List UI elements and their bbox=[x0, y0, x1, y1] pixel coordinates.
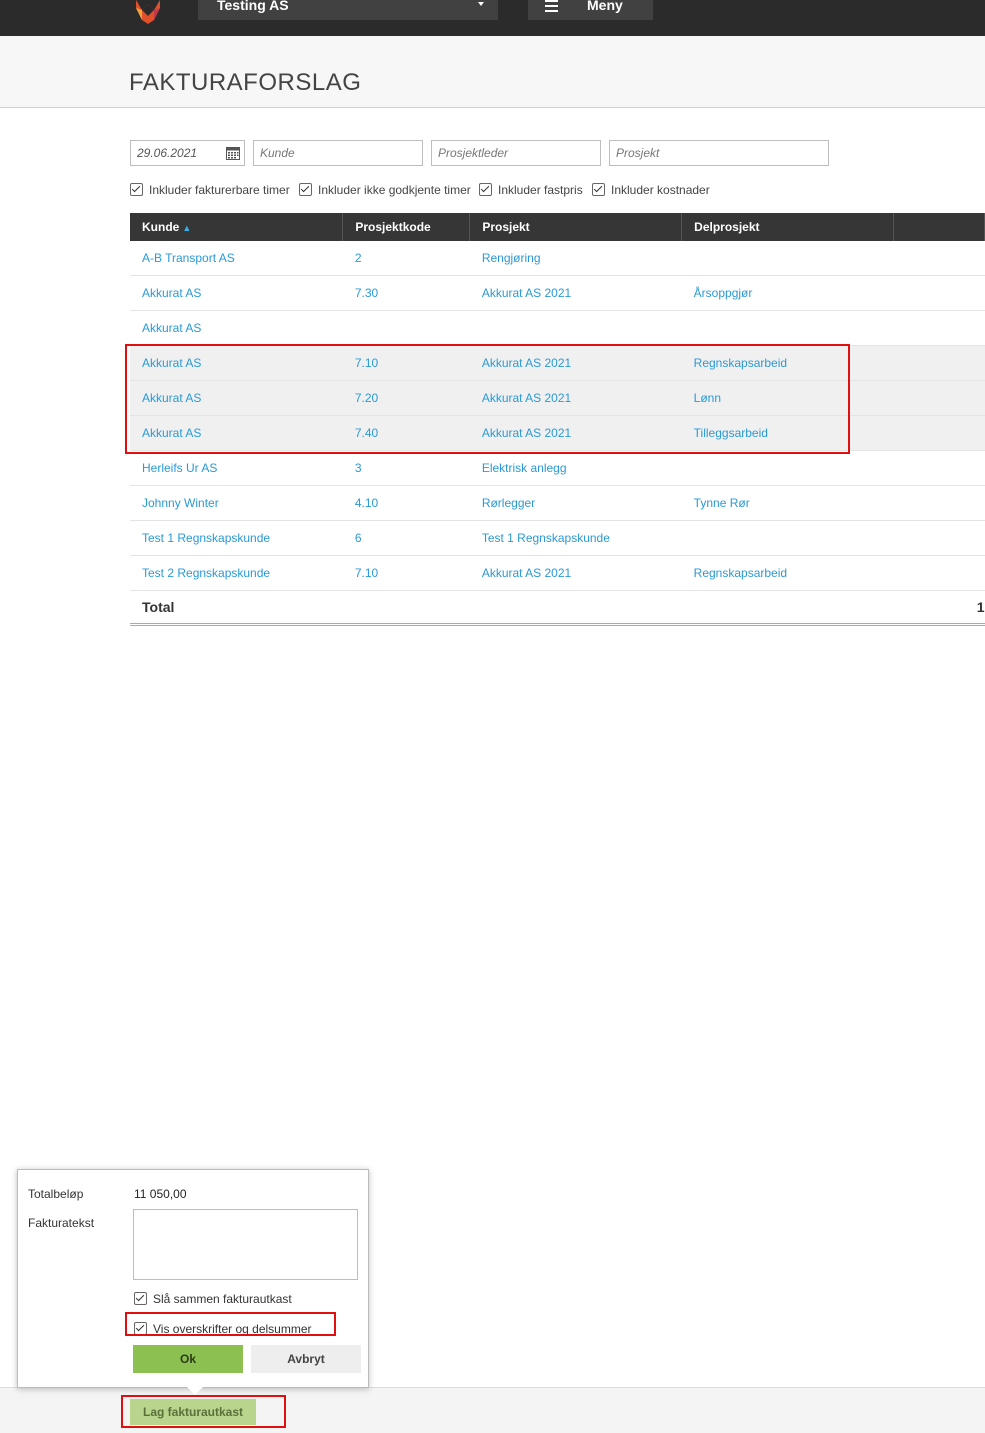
total-amount-value: 11 050,00 bbox=[134, 1187, 187, 1201]
cell-extra bbox=[893, 241, 985, 276]
column-header-extra bbox=[893, 213, 985, 241]
cell-kode[interactable]: 7.10 bbox=[342, 555, 470, 591]
calendar-icon[interactable] bbox=[226, 146, 240, 160]
checkbox-billable-hours[interactable]: Inkluder fakturerbare timer bbox=[130, 183, 290, 197]
cell-delprosjekt[interactable] bbox=[681, 520, 894, 556]
project-input[interactable] bbox=[610, 141, 828, 165]
cancel-button[interactable]: Avbryt bbox=[251, 1345, 361, 1373]
cell-prosjekt[interactable] bbox=[469, 310, 682, 346]
checkbox-checked-icon[interactable] bbox=[134, 1292, 147, 1305]
popup-pointer bbox=[187, 1387, 203, 1395]
highlight-show-headings bbox=[125, 1312, 336, 1336]
cell-extra bbox=[893, 380, 985, 416]
total-amount-label: Totalbeløp bbox=[28, 1187, 84, 1201]
cell-extra bbox=[893, 485, 985, 521]
cell-prosjekt[interactable]: Elektrisk anlegg bbox=[469, 450, 682, 486]
cell-prosjekt[interactable]: Rørlegger bbox=[469, 485, 682, 521]
checkbox-label: Inkluder kostnader bbox=[611, 183, 710, 197]
cell-kunde[interactable]: Test 2 Regnskapskunde bbox=[130, 555, 343, 591]
invoice-draft-popup: Totalbeløp 11 050,00 Fakturatekst Slå sa… bbox=[17, 1169, 369, 1395]
app-logo-icon[interactable] bbox=[128, 0, 168, 24]
cell-kode[interactable]: 2 bbox=[342, 241, 470, 276]
cell-kode[interactable] bbox=[342, 310, 470, 346]
cell-extra bbox=[893, 415, 985, 451]
menu-label: Meny bbox=[587, 0, 623, 13]
column-header-prosjektkode[interactable]: Prosjektkode bbox=[342, 213, 471, 241]
table-row[interactable]: Test 1 Regnskapskunde 6 Test 1 Regnskaps… bbox=[130, 520, 985, 556]
company-selector[interactable]: Testing AS bbox=[198, 0, 498, 20]
cell-extra bbox=[893, 520, 985, 556]
table-row[interactable]: A-B Transport AS 2 Rengjøring bbox=[130, 241, 985, 276]
checkbox-checked-icon[interactable] bbox=[130, 183, 143, 196]
menu-button[interactable]: Meny bbox=[528, 0, 653, 20]
cell-extra bbox=[893, 555, 985, 591]
highlight-draft-button bbox=[121, 1395, 286, 1428]
cell-delprosjekt[interactable] bbox=[681, 310, 894, 346]
cell-delprosjekt[interactable] bbox=[681, 450, 894, 486]
checkbox-label: Inkluder fakturerbare timer bbox=[149, 183, 290, 197]
cell-extra bbox=[893, 345, 985, 381]
cell-extra bbox=[893, 450, 985, 486]
column-header-prosjekt[interactable]: Prosjekt bbox=[469, 213, 683, 241]
top-bar: Testing AS Meny bbox=[0, 0, 985, 36]
cell-delprosjekt[interactable]: Årsoppgjør bbox=[681, 275, 894, 311]
cell-kunde[interactable]: Johnny Winter bbox=[130, 485, 343, 521]
cell-kunde[interactable]: Herleifs Ur AS bbox=[130, 450, 343, 486]
cell-kunde[interactable]: Test 1 Regnskapskunde bbox=[130, 520, 343, 556]
cell-delprosjekt[interactable]: Regnskapsarbeid bbox=[681, 555, 894, 591]
checkbox-checked-icon[interactable] bbox=[479, 183, 492, 196]
ok-button[interactable]: Ok bbox=[133, 1345, 243, 1373]
cell-kode[interactable]: 6 bbox=[342, 520, 470, 556]
table-row[interactable]: Herleifs Ur AS 3 Elektrisk anlegg bbox=[130, 450, 985, 486]
table-row[interactable]: Akkurat AS bbox=[130, 310, 985, 346]
cell-prosjekt[interactable]: Akkurat AS 2021 bbox=[469, 275, 682, 311]
cell-prosjekt[interactable]: Rengjøring bbox=[469, 241, 682, 276]
table-row[interactable]: Test 2 Regnskapskunde 7.10 Akkurat AS 20… bbox=[130, 555, 985, 591]
project-manager-input[interactable] bbox=[432, 141, 600, 165]
column-header-delprosjekt[interactable]: Delprosjekt bbox=[681, 213, 895, 241]
total-label: Total bbox=[130, 590, 343, 626]
checkbox-fixed-price[interactable]: Inkluder fastpris bbox=[479, 183, 583, 197]
checkbox-checked-icon[interactable] bbox=[299, 183, 312, 196]
cell-kode[interactable]: 4.10 bbox=[342, 485, 470, 521]
checkbox-unapproved-hours[interactable]: Inkluder ikke godkjente timer bbox=[299, 183, 471, 197]
highlight-selected-rows bbox=[125, 344, 850, 454]
invoice-text-input[interactable] bbox=[133, 1209, 358, 1280]
date-field[interactable] bbox=[130, 140, 245, 166]
table-row[interactable]: Akkurat AS 7.30 Akkurat AS 2021 Årsoppgj… bbox=[130, 275, 985, 311]
customer-field[interactable] bbox=[253, 140, 423, 166]
cell-kode[interactable]: 3 bbox=[342, 450, 470, 486]
column-header-kunde[interactable]: Kunde ▲ bbox=[130, 213, 344, 241]
invoice-text-label: Fakturatekst bbox=[28, 1216, 95, 1230]
cell-kode[interactable]: 7.30 bbox=[342, 275, 470, 311]
checkbox-label: Inkluder ikke godkjente timer bbox=[318, 183, 471, 197]
cell-kunde[interactable]: A-B Transport AS bbox=[130, 241, 343, 276]
sort-ascending-icon: ▲ bbox=[182, 223, 192, 233]
checkbox-label: Slå sammen fakturautkast bbox=[153, 1292, 292, 1306]
cell-kunde[interactable]: Akkurat AS bbox=[130, 310, 343, 346]
checkbox-costs[interactable]: Inkluder kostnader bbox=[592, 183, 710, 197]
cell-delprosjekt[interactable] bbox=[681, 241, 894, 276]
project-manager-field[interactable] bbox=[431, 140, 601, 166]
project-field[interactable] bbox=[609, 140, 829, 166]
checkbox-merge-drafts[interactable]: Slå sammen fakturautkast bbox=[134, 1292, 292, 1306]
checkbox-checked-icon[interactable] bbox=[592, 183, 605, 196]
cell-prosjekt[interactable]: Test 1 Regnskapskunde bbox=[469, 520, 682, 556]
cell-extra bbox=[893, 275, 985, 311]
customer-input[interactable] bbox=[254, 141, 422, 165]
company-name: Testing AS bbox=[217, 0, 289, 13]
cell-prosjekt[interactable]: Akkurat AS 2021 bbox=[469, 555, 682, 591]
hamburger-icon bbox=[545, 0, 558, 15]
page-header: FAKTURAFORSLAG bbox=[0, 36, 985, 108]
page-title: FAKTURAFORSLAG bbox=[129, 69, 362, 96]
cell-extra bbox=[893, 310, 985, 346]
caret-down-icon bbox=[478, 2, 484, 6]
cell-delprosjekt[interactable]: Tynne Rør bbox=[681, 485, 894, 521]
cell-kunde[interactable]: Akkurat AS bbox=[130, 275, 343, 311]
table-row[interactable]: Johnny Winter 4.10 Rørlegger Tynne Rør bbox=[130, 485, 985, 521]
table-total-row: Total 1 bbox=[130, 590, 985, 626]
total-value: 1 bbox=[893, 590, 985, 626]
table-header-row: Kunde ▲ Prosjektkode Prosjekt Delprosjekt bbox=[130, 213, 985, 241]
checkbox-label: Inkluder fastpris bbox=[498, 183, 583, 197]
